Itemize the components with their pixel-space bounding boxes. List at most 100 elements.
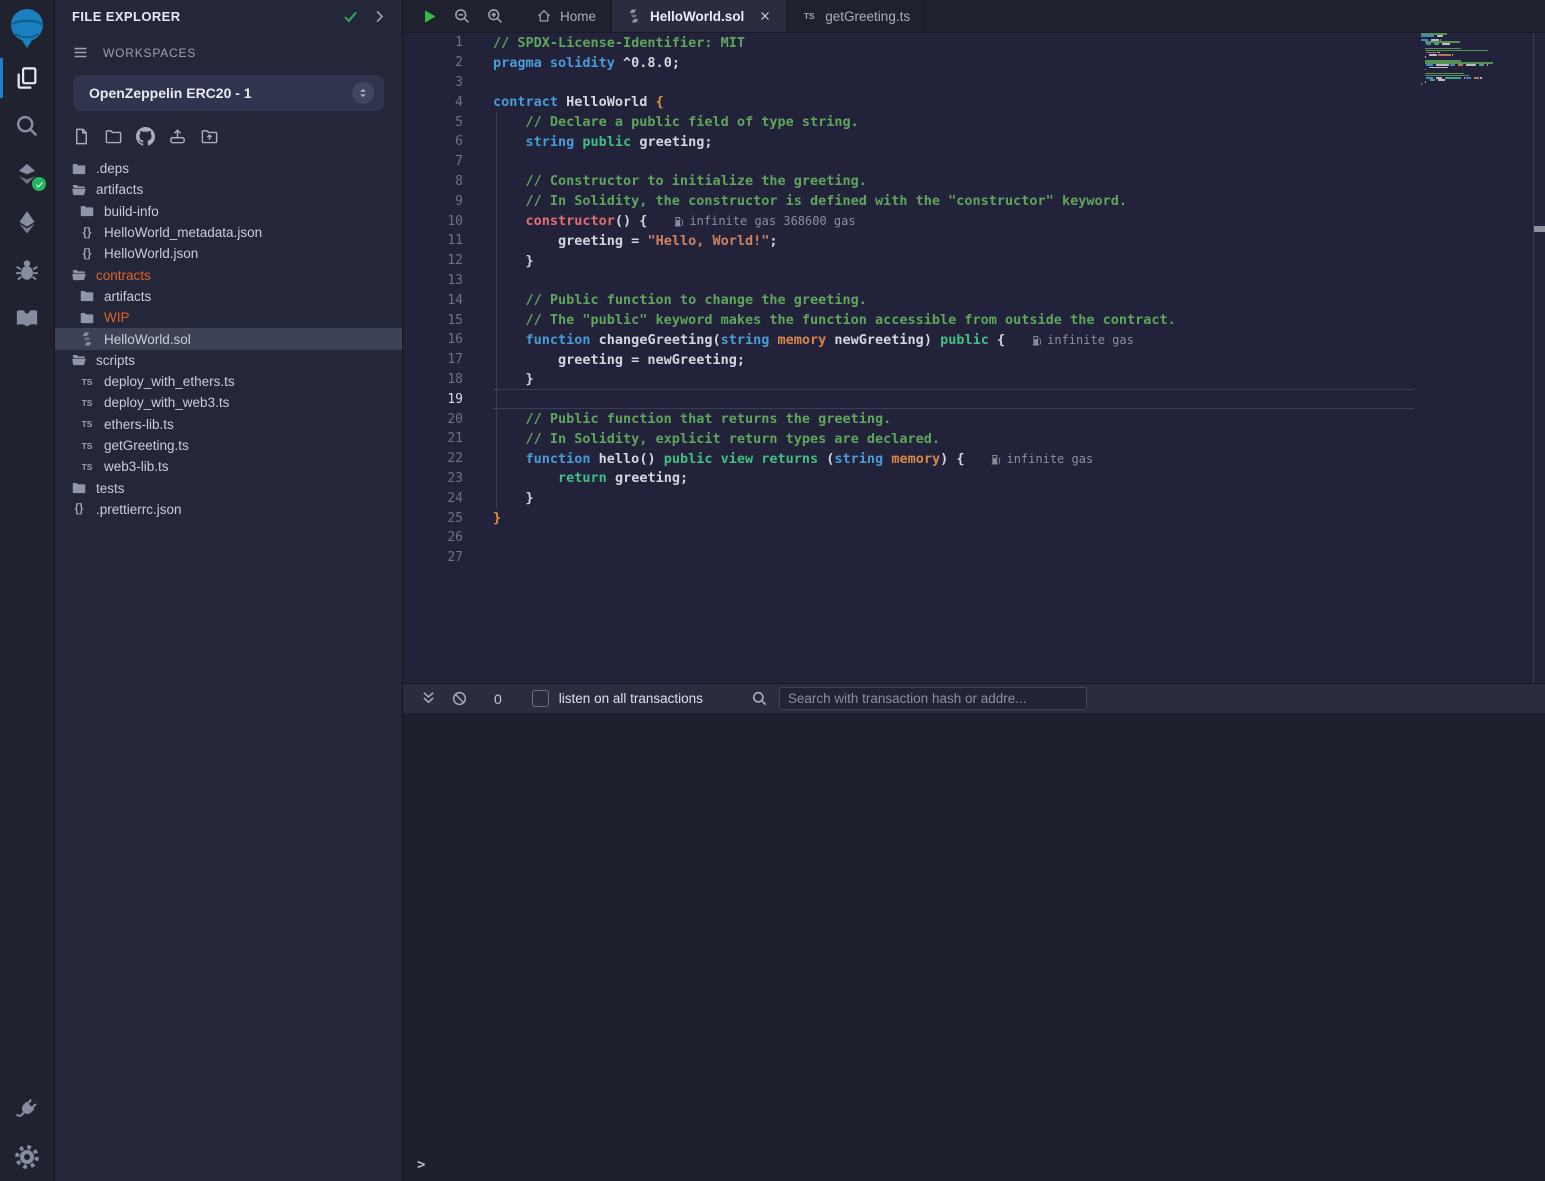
tabs: Home HelloWorld.solTSgetGreeting.ts: [522, 0, 925, 32]
code-line-17[interactable]: 17 greeting = newGreeting;: [403, 350, 1545, 370]
hamburger-menu-icon[interactable]: [72, 44, 89, 61]
tree-item-tests[interactable]: tests: [55, 477, 402, 498]
code-text: // The "public" keyword makes the functi…: [493, 312, 1176, 328]
clear-console-icon[interactable]: [451, 690, 468, 707]
tree-item-build-info[interactable]: build-info: [55, 201, 402, 222]
github-icon[interactable]: [136, 127, 155, 146]
code-line-22[interactable]: 22 function hello() public view returns …: [403, 449, 1545, 469]
new-folder-icon[interactable]: [104, 127, 123, 146]
code-line-13[interactable]: 13: [403, 271, 1545, 291]
tab-label: Home: [560, 9, 596, 24]
tree-item-artifacts[interactable]: artifacts: [55, 286, 402, 307]
code-line-3[interactable]: 3: [403, 73, 1545, 93]
line-number: 4: [403, 95, 463, 110]
tree-item-contracts[interactable]: contracts: [55, 264, 402, 285]
tab-getgreeting-ts[interactable]: TSgetGreeting.ts: [787, 0, 925, 32]
code-line-12[interactable]: 12 }: [403, 251, 1545, 271]
listen-transactions-label: listen on all transactions: [559, 691, 703, 706]
listen-transactions-checkbox[interactable]: [532, 690, 549, 707]
gas-estimate-ghost: infinite gas: [1032, 333, 1134, 347]
editor-scrollbar[interactable]: [1533, 33, 1545, 683]
tree-item-helloworld-json[interactable]: {}HelloWorld.json: [55, 243, 402, 264]
tree-item-scripts[interactable]: scripts: [55, 350, 402, 371]
workspace-selector[interactable]: OpenZeppelin ERC20 - 1: [73, 75, 384, 111]
transaction-count: 0: [494, 691, 502, 707]
deploy-and-run-button[interactable]: [0, 198, 54, 246]
tab-helloworld-sol[interactable]: HelloWorld.sol: [611, 0, 787, 32]
tree-item-ethers-lib-ts[interactable]: TSethers-lib.ts: [55, 414, 402, 435]
code-line-16[interactable]: 16 function changeGreeting(string memory…: [403, 330, 1545, 350]
code-line-1[interactable]: 1// SPDX-License-Identifier: MIT: [403, 33, 1545, 53]
remix-logo[interactable]: [0, 0, 54, 54]
folder-icon: [79, 310, 95, 326]
debugger-button[interactable]: [0, 246, 54, 294]
settings-button[interactable]: [0, 1133, 54, 1181]
code-line-26[interactable]: 26: [403, 528, 1545, 548]
tree-item-artifacts[interactable]: artifacts: [55, 179, 402, 200]
code-lines: 1// SPDX-License-Identifier: MIT2pragma …: [403, 33, 1545, 568]
code-line-27[interactable]: 27: [403, 548, 1545, 568]
code-line-8[interactable]: 8 // Constructor to initialize the greet…: [403, 172, 1545, 192]
code-line-14[interactable]: 14 // Public function to change the gree…: [403, 290, 1545, 310]
code-line-24[interactable]: 24 }: [403, 488, 1545, 508]
code-line-5[interactable]: 5 // Declare a public field of type stri…: [403, 112, 1545, 132]
minimap[interactable]: [1421, 33, 1503, 90]
transaction-search-input[interactable]: [779, 687, 1087, 710]
line-number: 9: [403, 194, 463, 209]
code-line-18[interactable]: 18 }: [403, 370, 1545, 390]
tree-item-getgreeting-ts[interactable]: TSgetGreeting.ts: [55, 435, 402, 456]
chevron-right-icon[interactable]: [371, 8, 388, 25]
solidity-compiler-button[interactable]: [0, 150, 54, 198]
code-line-20[interactable]: 20 // Public function that returns the g…: [403, 409, 1545, 429]
code-line-19[interactable]: 19: [403, 389, 1545, 409]
new-file-icon[interactable]: [72, 127, 91, 146]
upload-file-icon[interactable]: [168, 127, 187, 146]
editor-area: Home HelloWorld.solTSgetGreeting.ts 1// S…: [403, 0, 1545, 1181]
debugger-icon: [14, 257, 40, 283]
line-number: 17: [403, 352, 463, 367]
code-line-9[interactable]: 9 // In Solidity, the constructor is def…: [403, 191, 1545, 211]
tree-item-helloworld-metadata-json[interactable]: {}HelloWorld_metadata.json: [55, 222, 402, 243]
code-line-23[interactable]: 23 return greeting;: [403, 469, 1545, 489]
tree-item-label: contracts: [96, 268, 151, 283]
tree-item-wip[interactable]: WIP: [55, 307, 402, 328]
tree-item-helloworld-sol[interactable]: HelloWorld.sol: [55, 328, 402, 349]
code-line-21[interactable]: 21 // In Solidity, explicit return types…: [403, 429, 1545, 449]
code-line-4[interactable]: 4contract HelloWorld {: [403, 92, 1545, 112]
swap-workspace-icon[interactable]: [352, 82, 374, 104]
tree-item--prettierrc-json[interactable]: {}.prettierrc.json: [55, 499, 402, 520]
zoom-in-button[interactable]: [486, 7, 504, 25]
tree-item-deploy-with-ethers-ts[interactable]: TSdeploy_with_ethers.ts: [55, 371, 402, 392]
tree-item-web3-lib-ts[interactable]: TSweb3-lib.ts: [55, 456, 402, 477]
tree-item-label: deploy_with_ethers.ts: [104, 374, 235, 389]
zoom-out-button[interactable]: [453, 7, 471, 25]
code-text: pragma solidity ^0.8.0;: [493, 55, 680, 71]
code-text: greeting = "Hello, World!";: [493, 233, 778, 249]
code-text: // In Solidity, the constructor is defin…: [493, 193, 1127, 209]
collapse-terminal-icon[interactable]: [420, 690, 437, 707]
upload-folder-icon[interactable]: [200, 127, 219, 146]
file-explorer-button[interactable]: [0, 54, 54, 102]
code-line-7[interactable]: 7: [403, 152, 1545, 172]
code-text: constructor() {infinite gas 368600 gas: [493, 213, 856, 229]
code-text: }: [493, 371, 534, 387]
gas-pump-icon: [674, 215, 684, 227]
tree-item-deploy-with-web3-ts[interactable]: TSdeploy_with_web3.ts: [55, 392, 402, 413]
play-run-script-button[interactable]: [421, 8, 438, 25]
plugin-manager-button[interactable]: [0, 1085, 54, 1133]
code-line-10[interactable]: 10 constructor() {infinite gas 368600 ga…: [403, 211, 1545, 231]
tab-home[interactable]: Home: [522, 0, 611, 32]
terminal-output[interactable]: >: [403, 713, 1545, 1181]
code-line-6[interactable]: 6 string public greeting;: [403, 132, 1545, 152]
solidity-unit-testing-button[interactable]: [0, 294, 54, 342]
close-tab-icon[interactable]: [758, 9, 772, 23]
code-editor[interactable]: 1// SPDX-License-Identifier: MIT2pragma …: [403, 33, 1545, 683]
code-line-15[interactable]: 15 // The "public" keyword makes the fun…: [403, 310, 1545, 330]
code-line-2[interactable]: 2pragma solidity ^0.8.0;: [403, 53, 1545, 73]
line-number: 25: [403, 511, 463, 526]
tree-item--deps[interactable]: .deps: [55, 158, 402, 179]
code-line-11[interactable]: 11 greeting = "Hello, World!";: [403, 231, 1545, 251]
code-line-25[interactable]: 25}: [403, 508, 1545, 528]
line-number: 8: [403, 174, 463, 189]
search-button[interactable]: [0, 102, 54, 150]
